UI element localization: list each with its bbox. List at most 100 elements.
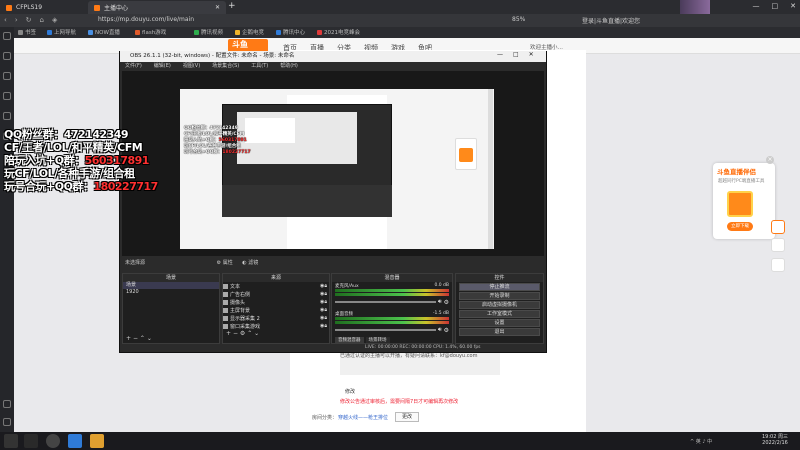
eye-icon[interactable]: ◉🔒︎ (320, 307, 329, 313)
new-tab-button[interactable]: + (228, 1, 236, 11)
change-category-button[interactable]: 更改 (395, 412, 419, 422)
shield-icon[interactable]: ◈ (52, 16, 57, 24)
speaker-icon[interactable]: 🔊︎ (438, 326, 442, 334)
add-icon[interactable]: + (126, 335, 131, 342)
source-item[interactable]: 主屏背景 ◉🔒︎ (223, 306, 329, 314)
remove-icon[interactable]: − (133, 335, 138, 342)
speaker-icon[interactable]: 🔊︎ (438, 298, 442, 306)
add-icon[interactable]: + (226, 330, 231, 337)
download-icon[interactable] (3, 52, 11, 60)
browser-user-info[interactable]: 登录|斗鱼直播|欢迎您 (582, 16, 640, 25)
volume-fader[interactable] (335, 301, 436, 303)
eye-icon[interactable]: ◉🔒︎ (320, 299, 329, 305)
zoom-level[interactable]: 85% (512, 16, 525, 23)
remove-icon[interactable]: − (233, 330, 238, 337)
minimize-button[interactable]: — (753, 2, 760, 10)
stop-streaming-button[interactable]: 停止推流 (459, 283, 540, 291)
volume-fader[interactable] (335, 329, 436, 331)
gear-icon[interactable]: ⚙ (444, 327, 449, 334)
bookmark-item[interactable]: 企鹅电竞 (235, 28, 264, 36)
refresh-icon[interactable]: ↻ (26, 16, 32, 24)
menu-edit[interactable]: 编辑(E) (154, 62, 171, 71)
book-icon[interactable] (3, 72, 11, 80)
bookmark-item[interactable]: NOW直播 (88, 28, 120, 36)
tab-audio-mixer[interactable]: 音频混音器 (335, 337, 364, 343)
studio-mode-button[interactable]: 工作室模式 (459, 310, 540, 318)
source-item[interactable]: 摄像头 ◉🔒︎ (223, 298, 329, 306)
promo-title: 斗鱼直播伴侣 (717, 168, 756, 176)
start-recording-button[interactable]: 开始录制 (459, 292, 540, 300)
settings-button[interactable]: 设置 (459, 319, 540, 327)
menu-file[interactable]: 文件(F) (125, 62, 142, 71)
avatar[interactable] (680, 0, 710, 14)
eye-icon[interactable]: ◉🔒︎ (320, 323, 329, 329)
source-item[interactable]: 文本 ◉🔒︎ (223, 282, 329, 290)
settings-icon[interactable] (3, 418, 11, 426)
scene-item[interactable]: 场景 (123, 282, 219, 289)
close-window-button[interactable]: ✕ (790, 2, 796, 10)
down-icon[interactable]: ⌄ (147, 335, 152, 342)
bookmark-item[interactable]: 2021电竞峰会 (317, 28, 360, 36)
windows-start-icon[interactable] (4, 434, 18, 448)
bookmark-item[interactable]: 书签 (18, 28, 36, 36)
gear-icon[interactable]: ⚙ (444, 299, 449, 306)
tab-streamer-center[interactable]: 主播中心 ✕ (88, 1, 226, 14)
bookmark-item[interactable]: 腾讯中心 (276, 28, 305, 36)
search-icon[interactable] (24, 434, 38, 448)
menu-view[interactable]: 视图(V) (183, 62, 200, 71)
source-item[interactable]: 窗口采集游戏 ◉🔒︎ (223, 322, 329, 330)
eye-icon[interactable]: ◉🔒︎ (320, 291, 329, 297)
menu-tools[interactable]: 工具(T) (251, 62, 268, 71)
play-icon[interactable] (771, 220, 785, 234)
history-icon[interactable] (3, 112, 11, 120)
filters-button[interactable]: ◐ 滤镜 (242, 260, 258, 266)
source-item[interactable]: 广告右侧 ◉🔒︎ (223, 290, 329, 298)
bookmark-icon (88, 29, 93, 35)
source-item[interactable]: 显示器采集 2 ◉🔒︎ (223, 314, 329, 322)
browser-taskbar-icon[interactable] (68, 434, 82, 448)
tab-cfpls19[interactable]: CFPLS19 (0, 1, 85, 14)
nav-buttons: ‹ › ↻ ⌂ ◈ (4, 16, 57, 24)
scene-item[interactable]: 1920 (123, 289, 219, 296)
system-tray[interactable]: ^ 英 ♪ 中 (690, 438, 712, 445)
browser-sidebar (0, 27, 14, 432)
eye-icon[interactable]: ◉🔒︎ (320, 283, 329, 289)
menu-help[interactable]: 帮助(H) (280, 62, 298, 71)
url-field[interactable]: https://mp.douyu.com/live/main (98, 16, 194, 23)
category-link[interactable]: 穿越火线——枪王排位 (338, 414, 388, 421)
bookmark-icon (276, 29, 281, 35)
folder-taskbar-icon[interactable] (90, 434, 104, 448)
obs-maximize-button[interactable]: □ (513, 51, 519, 58)
obs-taskbar-icon[interactable] (46, 434, 60, 448)
bookmark-item[interactable]: 腾讯视频 (194, 28, 223, 36)
close-icon[interactable]: × (766, 156, 774, 164)
tab-close-icon[interactable]: ✕ (215, 4, 220, 11)
bookmark-item[interactable]: 上网导航 (47, 28, 76, 36)
obs-minimize-button[interactable]: — (497, 51, 503, 58)
up-icon[interactable]: ⌃ (140, 335, 145, 342)
game-icon[interactable] (3, 92, 11, 100)
tab-scene-transitions[interactable]: 场景转场 (365, 337, 390, 343)
forward-icon[interactable]: › (15, 16, 18, 24)
obs-close-button[interactable]: ✕ (529, 51, 534, 58)
virtual-camera-button[interactable]: 启动虚拟摄像机 (459, 301, 540, 309)
properties-button[interactable]: ⚙ 属性 (217, 260, 233, 266)
exit-button[interactable]: 退出 (459, 328, 540, 336)
clock[interactable]: 19:02 周三 2022/2/16 (762, 434, 788, 446)
home-icon[interactable]: ⌂ (40, 16, 44, 24)
home-side-icon[interactable] (771, 238, 785, 252)
bookmark-item[interactable]: flash游戏 (135, 28, 166, 36)
star-icon[interactable] (3, 32, 11, 40)
up-icon[interactable]: ⌃ (247, 330, 252, 337)
eye-icon[interactable]: ◉🔒︎ (320, 315, 329, 321)
download-button[interactable]: 立即下载 (727, 222, 753, 231)
mail-icon[interactable] (771, 258, 785, 272)
status-text: LIVE: 00:00:00 REC: 00:00:00 CPU: 1.4%, … (365, 345, 481, 350)
back-icon[interactable]: ‹ (4, 16, 7, 24)
gear-icon[interactable]: ⚙ (240, 330, 245, 337)
down-icon[interactable]: ⌄ (254, 330, 259, 337)
menu-scene-collection[interactable]: 场景集合(S) (212, 62, 239, 71)
add-icon[interactable] (3, 400, 11, 408)
tab-favicon-icon (6, 4, 12, 11)
maximize-button[interactable]: □ (772, 2, 779, 10)
